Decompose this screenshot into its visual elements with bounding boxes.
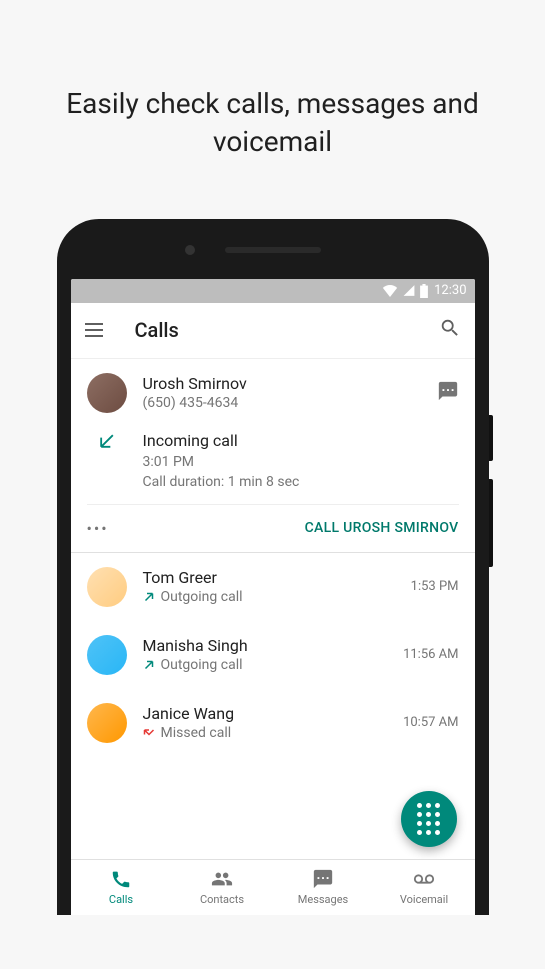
contacts-icon [211,868,233,890]
call-type-label: Outgoing call [161,657,243,673]
voicemail-icon [412,868,436,890]
call-duration: Call duration: 1 min 8 sec [143,474,300,490]
page-title: Calls [135,318,439,342]
contact-name: Janice Wang [143,704,404,723]
phone-side-button [489,479,493,567]
phone-speaker [225,247,321,253]
call-type-label: Incoming call [143,431,300,450]
dialpad-icon [417,803,440,835]
call-time: 11:56 AM [403,647,458,662]
nav-calls[interactable]: Calls [71,860,172,915]
bottom-nav: Calls Contacts Messages Voicemail [71,859,475,915]
contact-phone: (650) 435-4634 [143,395,437,411]
phone-icon [110,868,132,890]
nav-label: Contacts [200,893,244,906]
missed-arrow-icon [143,727,155,739]
phone-side-button [489,415,493,461]
nav-label: Voicemail [400,893,448,906]
call-item[interactable]: Janice Wang Missed call 10:57 AM [71,689,475,757]
nav-label: Calls [109,893,133,906]
call-type-label: Missed call [161,725,232,741]
call-time: 1:53 PM [411,579,459,594]
contact-name: Urosh Smirnov [143,374,437,393]
app-bar: Calls [71,303,475,359]
call-list: Urosh Smirnov (650) 435-4634 Incoming ca… [71,359,475,859]
call-item-expanded[interactable]: Urosh Smirnov (650) 435-4634 Incoming ca… [71,359,475,552]
phone-frame: 12:30 Calls Urosh Smirnov (65 [57,219,489,915]
messages-icon [312,868,334,890]
signal-icon [402,284,416,297]
dialpad-fab[interactable] [401,791,457,847]
nav-messages[interactable]: Messages [273,860,374,915]
avatar[interactable] [87,567,127,607]
call-time: 3:01 PM [143,454,300,470]
contact-name: Tom Greer [143,568,411,587]
battery-icon [420,284,428,298]
call-type-label: Outgoing call [161,589,243,605]
search-button[interactable] [439,317,461,343]
nav-voicemail[interactable]: Voicemail [374,860,475,915]
contact-name: Manisha Singh [143,636,404,655]
message-button[interactable] [437,380,459,406]
status-bar: 12:30 [71,279,475,303]
outgoing-arrow-icon [143,659,155,671]
call-item[interactable]: Manisha Singh Outgoing call 11:56 AM [71,621,475,689]
outgoing-arrow-icon [143,591,155,603]
wifi-icon [382,284,398,297]
incoming-arrow-icon [97,431,117,451]
hero-headline: Easily check calls, messages and voicema… [0,0,545,161]
status-time: 12:30 [434,283,466,298]
nav-contacts[interactable]: Contacts [172,860,273,915]
call-item[interactable]: Tom Greer Outgoing call 1:53 PM [71,553,475,621]
avatar[interactable] [87,635,127,675]
nav-label: Messages [298,893,348,906]
avatar[interactable] [87,703,127,743]
chat-icon [437,380,459,402]
call-back-button[interactable]: CALL UROSH SMIRNOV [127,520,459,536]
more-button[interactable]: ••• [87,519,127,538]
search-icon [439,317,461,339]
phone-camera [185,245,195,255]
menu-button[interactable] [85,318,109,342]
phone-screen: 12:30 Calls Urosh Smirnov (65 [71,279,475,915]
avatar[interactable] [87,373,127,413]
call-time: 10:57 AM [403,715,458,730]
